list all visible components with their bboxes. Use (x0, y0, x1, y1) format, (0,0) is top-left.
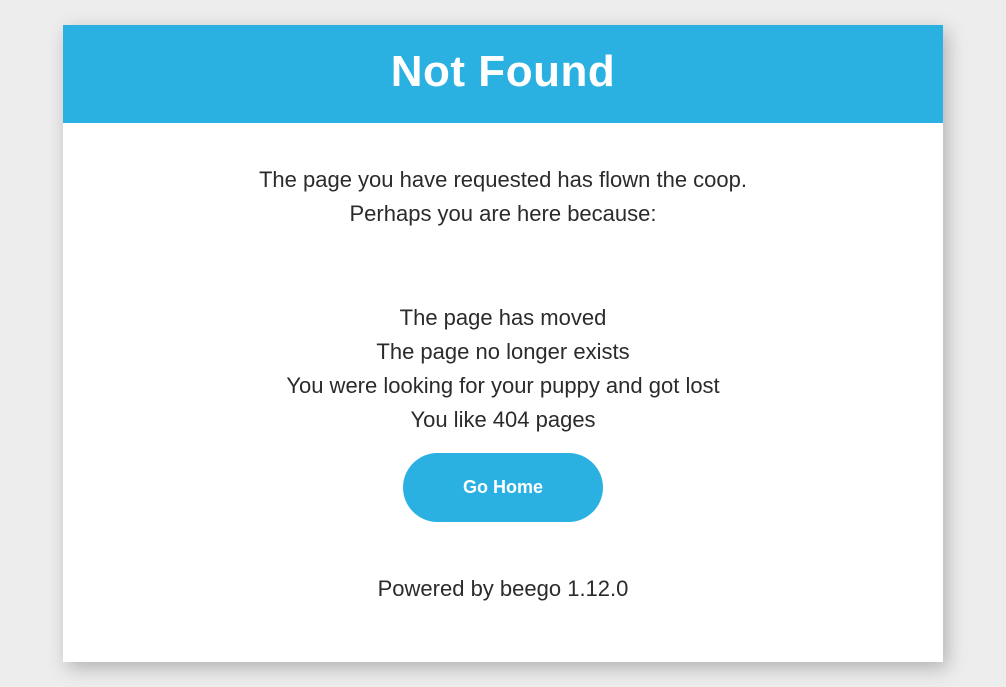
reason-item: The page no longer exists (103, 335, 903, 369)
intro-line-1: The page you have requested has flown th… (103, 163, 903, 197)
reasons-list: The page has moved The page no longer ex… (103, 301, 903, 437)
error-card: Not Found The page you have requested ha… (63, 25, 943, 663)
intro-text: The page you have requested has flown th… (103, 163, 903, 231)
reason-item: You were looking for your puppy and got … (103, 369, 903, 403)
reason-item: You like 404 pages (103, 403, 903, 437)
footer-text: Powered by beego 1.12.0 (103, 522, 903, 632)
card-header: Not Found (63, 25, 943, 123)
go-home-button[interactable]: Go Home (403, 453, 603, 522)
page-title: Not Found (63, 47, 943, 97)
reason-item: The page has moved (103, 301, 903, 335)
card-content: The page you have requested has flown th… (63, 123, 943, 663)
intro-line-2: Perhaps you are here because: (103, 197, 903, 231)
